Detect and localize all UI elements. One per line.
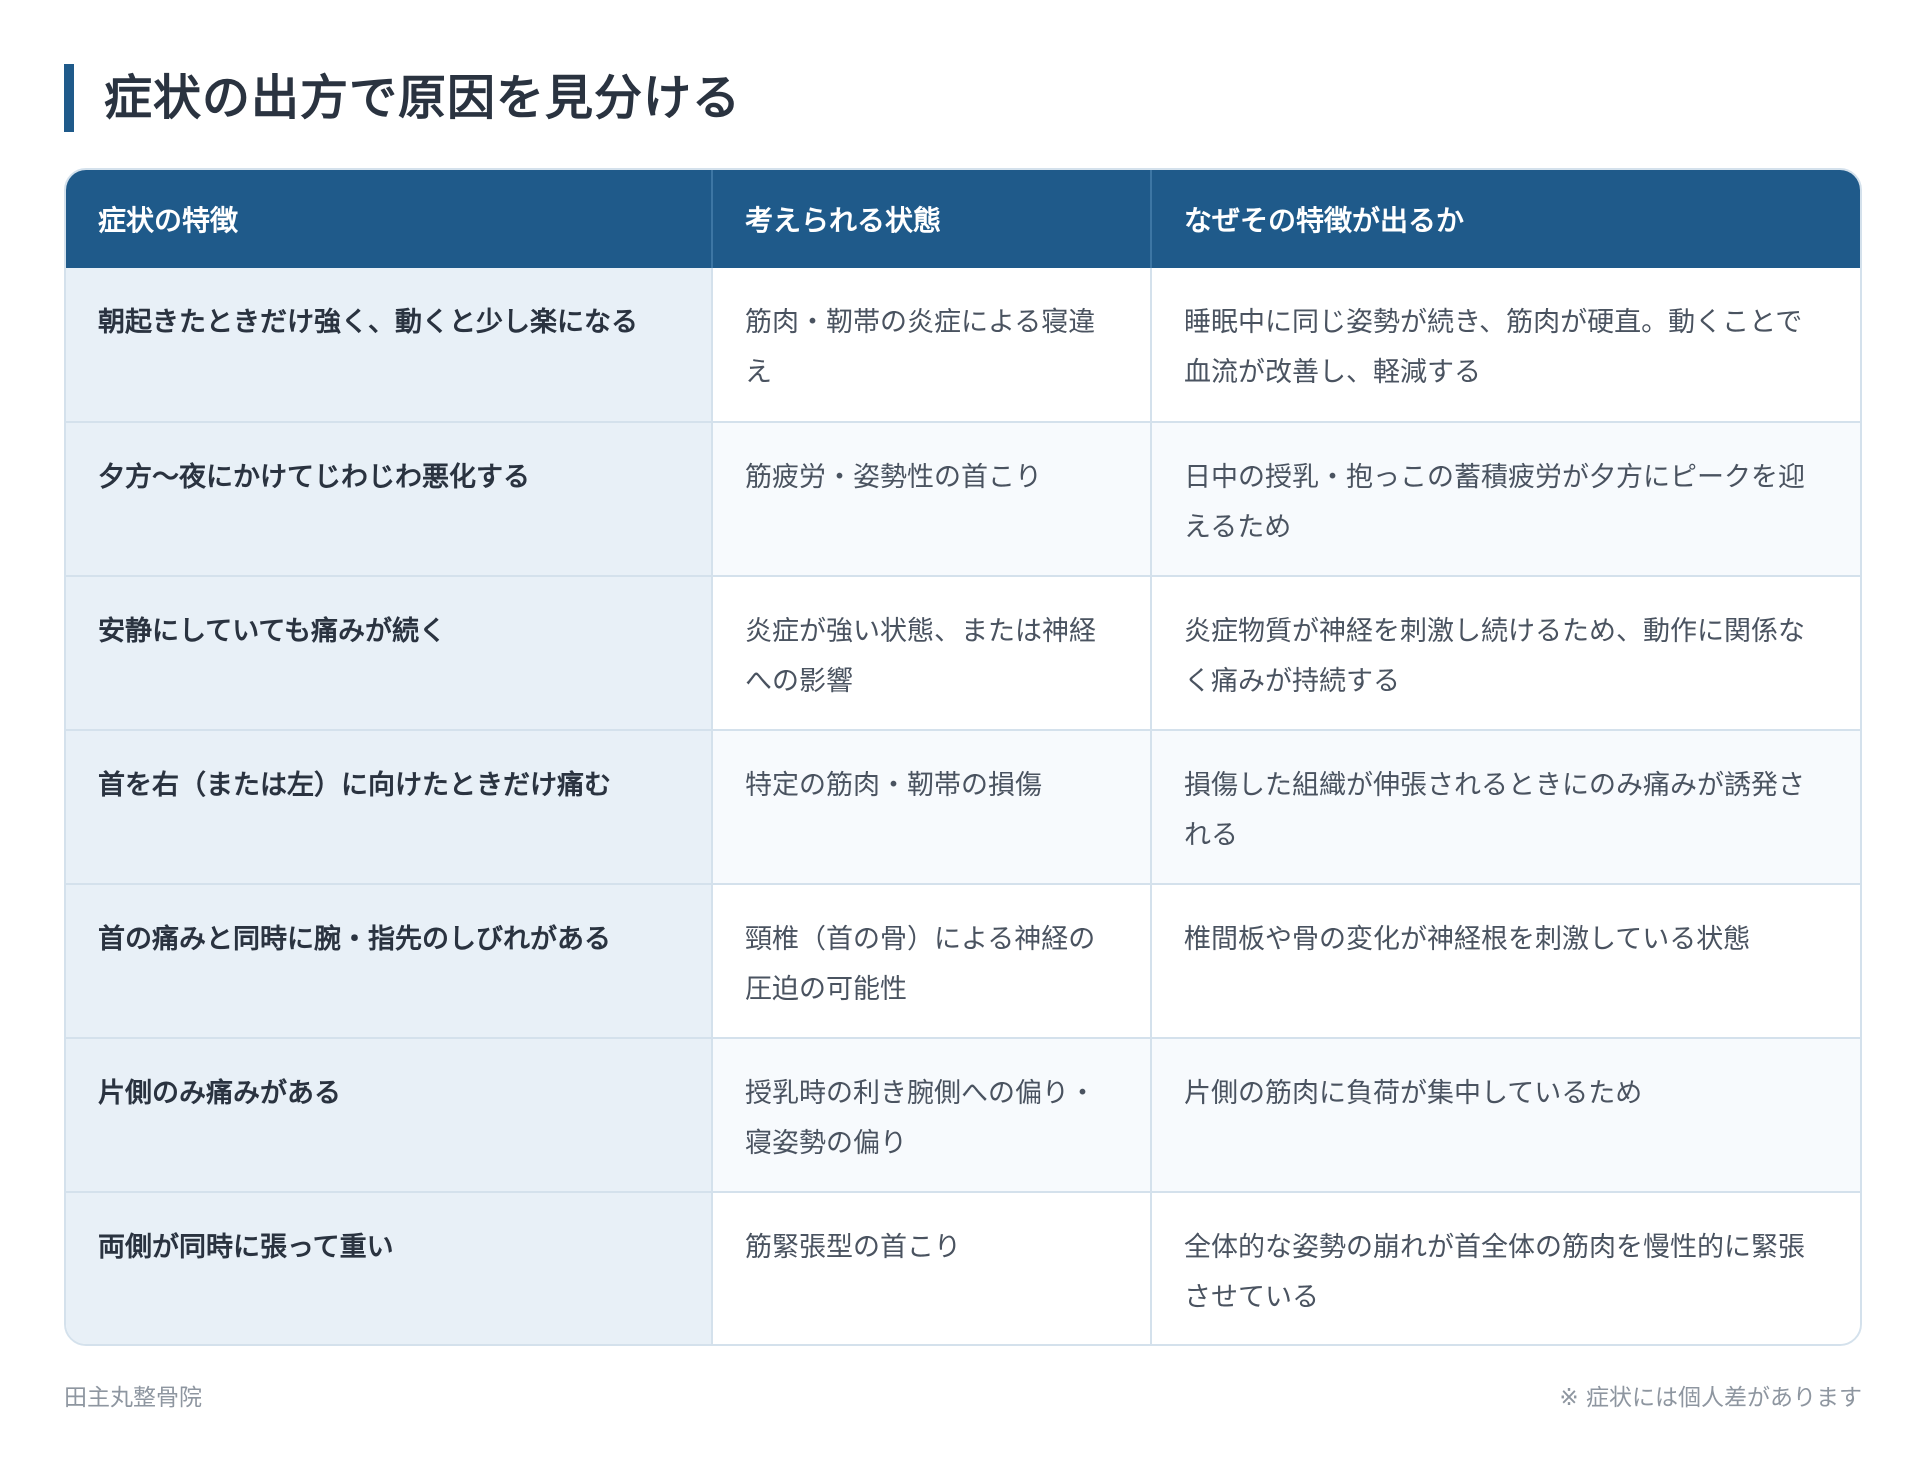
cell-reason: 睡眠中に同じ姿勢が続き、筋肉が硬直。動くことで血流が改善し、軽減する <box>1151 268 1860 422</box>
cell-feature: 夕方〜夜にかけてじわじわ悪化する <box>66 421 713 576</box>
cell-feature: 朝起きたときだけ強く、動くと少し楽になる <box>66 268 713 422</box>
page-title: 症状の出方で原因を見分ける <box>104 70 742 126</box>
cell-condition: 頸椎（首の骨）による神経の圧迫の可能性 <box>712 883 1152 1038</box>
cell-feature: 安静にしていても痛みが続く <box>66 575 713 730</box>
cell-reason: 片側の筋肉に負荷が集中しているため <box>1151 1037 1860 1192</box>
header-feature: 症状の特徴 <box>66 170 713 268</box>
header-reason: なぜその特徴が出るか <box>1184 204 1465 237</box>
header-condition: 考えられる状態 <box>712 170 1152 268</box>
cell-condition: 筋緊張型の首こり <box>712 1191 1152 1344</box>
cell-reason: 損傷した組織が伸張されるときにのみ痛みが誘発される <box>1151 729 1860 884</box>
cell-condition: 筋疲労・姿勢性の首こり <box>712 421 1152 576</box>
table-row: 両側が同時に張って重い 筋緊張型の首こり 全体的な姿勢の崩れが首全体の筋肉を慢性… <box>66 1191 1860 1344</box>
table-row: 安静にしていても痛みが続く 炎症が強い状態、または神経への影響 炎症物質が神経を… <box>66 575 1860 730</box>
table-header-row: 症状の特徴 考えられる状態 なぜその特徴が出るか <box>66 170 1860 268</box>
cell-condition: 授乳時の利き腕側への偏り・寝姿勢の偏り <box>712 1037 1152 1192</box>
cell-feature: 両側が同時に張って重い <box>66 1191 713 1344</box>
table-row: 夕方〜夜にかけてじわじわ悪化する 筋疲労・姿勢性の首こり 日中の授乳・抱っこの蓄… <box>66 421 1860 576</box>
cell-feature: 首を右（または左）に向けたときだけ痛む <box>66 729 713 884</box>
cell-feature: 片側のみ痛みがある <box>66 1037 713 1192</box>
cell-reason: 全体的な姿勢の崩れが首全体の筋肉を慢性的に緊張させている <box>1151 1191 1860 1344</box>
disclaimer-note: ※ 症状には個人差があります <box>1559 1385 1862 1411</box>
table-row: 首を右（または左）に向けたときだけ痛む 特定の筋肉・靭帯の損傷 損傷した組織が伸… <box>66 729 1860 884</box>
cell-feature: 首の痛みと同時に腕・指先のしびれがある <box>66 883 713 1038</box>
cell-reason: 日中の授乳・抱っこの蓄積疲労が夕方にピークを迎えるため <box>1151 421 1860 576</box>
cell-condition: 特定の筋肉・靭帯の損傷 <box>712 729 1152 884</box>
symptom-table-card: 症状の特徴 考えられる状態 なぜその特徴が出るか 朝起きたときだけ強く、動くと少… <box>64 168 1862 1346</box>
cell-condition: 炎症が強い状態、または神経への影響 <box>712 575 1152 730</box>
cell-reason: 炎症物質が神経を刺激し続けるため、動作に関係なく痛みが持続する <box>1151 575 1860 730</box>
title-accent-bar <box>64 64 74 132</box>
cell-reason: 椎間板や骨の変化が神経根を刺激している状態 <box>1151 883 1860 1038</box>
cell-condition: 筋肉・靭帯の炎症による寝違え <box>712 268 1152 422</box>
page-title-block: 症状の出方で原因を見分ける <box>64 64 741 132</box>
clinic-name: 田主丸整骨院 <box>64 1385 202 1411</box>
symptom-table: 症状の特徴 考えられる状態 なぜその特徴が出るか 朝起きたときだけ強く、動くと少… <box>66 170 1860 1344</box>
table-row: 首の痛みと同時に腕・指先のしびれがある 頸椎（首の骨）による神経の圧迫の可能性 … <box>66 883 1860 1038</box>
table-row: 片側のみ痛みがある 授乳時の利き腕側への偏り・寝姿勢の偏り 片側の筋肉に負荷が集… <box>66 1037 1860 1192</box>
table-row: 朝起きたときだけ強く、動くと少し楽になる 筋肉・靭帯の炎症による寝違え 睡眠中に… <box>66 268 1860 422</box>
